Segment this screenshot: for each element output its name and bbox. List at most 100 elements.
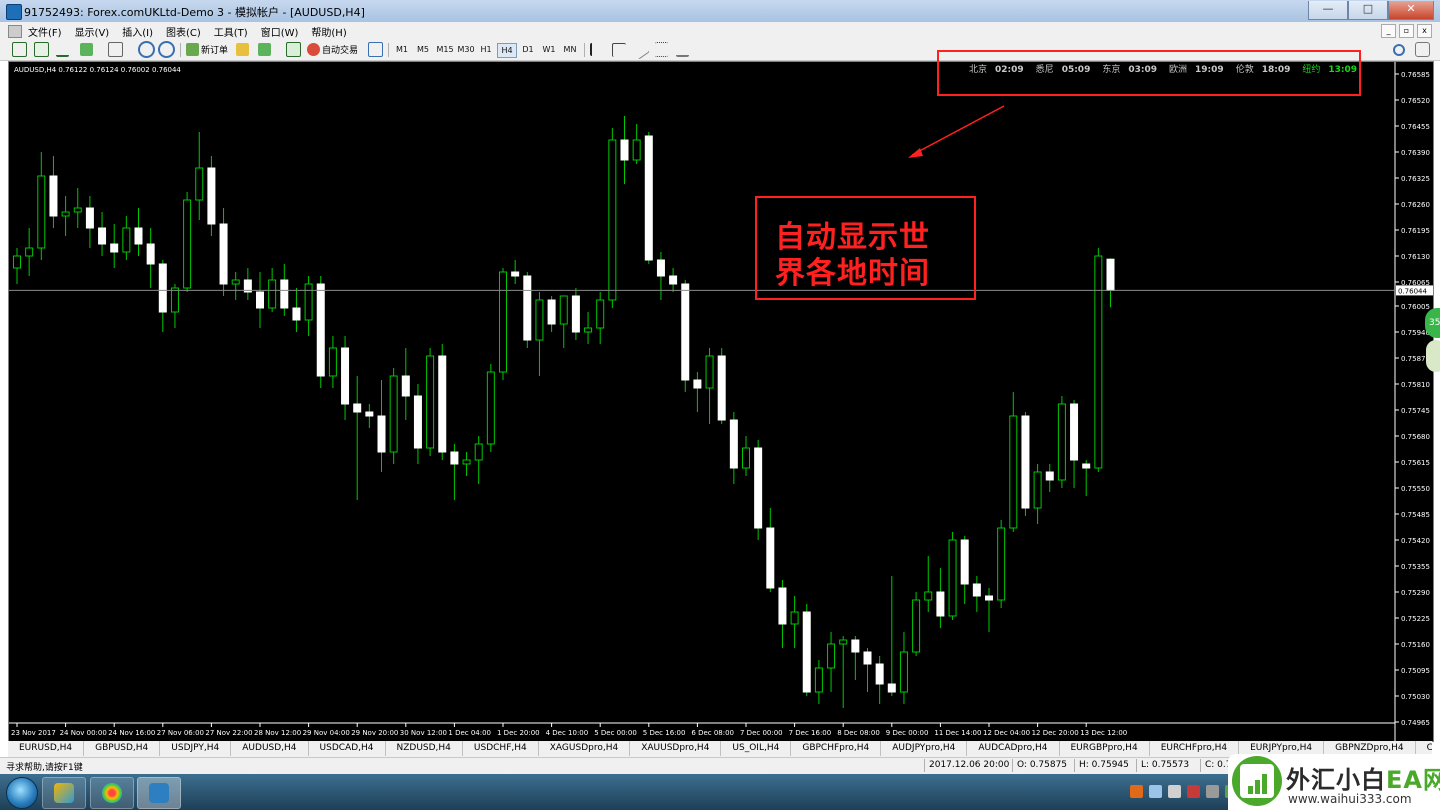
candle-bear bbox=[681, 283, 690, 381]
price-tick-label: 0.75225 bbox=[1401, 615, 1430, 623]
menu-tools[interactable]: 工具(T) bbox=[214, 24, 248, 39]
minimize-button[interactable]: — bbox=[1308, 1, 1348, 20]
candle-bull bbox=[13, 255, 21, 269]
symbol-tab[interactable]: EURGBPpro,H4 bbox=[1060, 741, 1150, 756]
zoom-in-icon[interactable] bbox=[138, 41, 155, 58]
chart-window[interactable]: 0.76585 0.76520 0.76455 0.76390 0.76325 0.762… bbox=[8, 61, 1434, 742]
tray-icon-4[interactable] bbox=[1187, 785, 1200, 798]
time-tick-label: 7 Dec 00:00 bbox=[740, 729, 783, 737]
taskbar-metatrader[interactable] bbox=[137, 777, 181, 809]
candle-bull bbox=[61, 211, 70, 217]
line-chart-icon[interactable] bbox=[56, 42, 69, 57]
candle-bear bbox=[158, 263, 167, 313]
new-order-button[interactable]: 新订单 bbox=[186, 42, 228, 57]
auto-trading-button[interactable]: 自动交易 bbox=[307, 42, 358, 57]
candle-bear bbox=[1070, 403, 1079, 461]
candle-bear bbox=[341, 347, 350, 405]
timeframe-m1[interactable]: M1 bbox=[394, 43, 410, 56]
symbol-tab[interactable]: EURUSD,H4 bbox=[8, 741, 85, 756]
mdi-minimize-button[interactable]: _ bbox=[1381, 24, 1396, 38]
fibonacci-icon[interactable] bbox=[655, 42, 668, 57]
price-tick-label: 0.76585 bbox=[1401, 71, 1430, 79]
candle-bull bbox=[268, 279, 277, 309]
timeframe-m15[interactable]: M15 bbox=[435, 43, 455, 56]
symbol-tab[interactable]: AUDCADpro,H4 bbox=[967, 741, 1060, 756]
timeframe-m5[interactable]: M5 bbox=[414, 43, 432, 56]
menu-view[interactable]: 显示(V) bbox=[75, 24, 110, 39]
symbol-tab[interactable]: USDCHF,H4 bbox=[463, 741, 539, 756]
timeframe-h4[interactable]: H4 bbox=[497, 43, 517, 58]
timeframe-h1[interactable]: H1 bbox=[478, 43, 494, 56]
symbol-tab[interactable]: AUDJPYpro,H4 bbox=[881, 741, 968, 756]
timeframe-mn[interactable]: MN bbox=[561, 43, 579, 56]
candle-bear bbox=[875, 663, 884, 685]
start-button[interactable] bbox=[6, 777, 38, 809]
tray-icon-5[interactable] bbox=[1206, 785, 1219, 798]
time-tick-label: 12 Dec 20:00 bbox=[1032, 729, 1079, 737]
menu-window[interactable]: 窗口(W) bbox=[261, 24, 299, 39]
side-widget-panel[interactable] bbox=[1426, 340, 1440, 372]
tray-icon-3[interactable] bbox=[1168, 785, 1181, 798]
candle-bear bbox=[802, 611, 811, 693]
crosshair-icon[interactable] bbox=[612, 42, 626, 57]
cursor-icon[interactable] bbox=[590, 42, 605, 57]
trendline-icon[interactable] bbox=[631, 40, 650, 59]
tray-icon-2[interactable] bbox=[1149, 785, 1162, 798]
navigator-icon[interactable] bbox=[236, 42, 249, 57]
add-chart-icon[interactable] bbox=[80, 42, 93, 57]
side-widget-badge[interactable]: 35 bbox=[1425, 308, 1440, 338]
candle-bull bbox=[474, 443, 483, 461]
price-tick-label: 0.75420 bbox=[1401, 537, 1430, 545]
symbol-tab[interactable]: NZDUSD,H4 bbox=[386, 741, 463, 756]
bar-chart-icon[interactable] bbox=[12, 42, 27, 57]
candle-bear bbox=[693, 379, 702, 389]
periodicity-icon[interactable] bbox=[368, 42, 383, 57]
candle-bull bbox=[25, 247, 34, 257]
candle-bull bbox=[839, 639, 848, 645]
symbol-tab[interactable]: USDJPY,H4 bbox=[160, 741, 232, 756]
menu-insert[interactable]: 插入(I) bbox=[122, 24, 153, 39]
templates-icon[interactable] bbox=[108, 42, 123, 57]
mdi-close-button[interactable]: x bbox=[1417, 24, 1432, 38]
symbol-tab[interactable]: AUDUSD,H4 bbox=[231, 741, 309, 756]
candlestick-icon[interactable] bbox=[34, 42, 49, 57]
menu-charts[interactable]: 图表(C) bbox=[166, 24, 201, 39]
symbol-tab[interactable]: USDCAD,H4 bbox=[309, 741, 386, 756]
candle-bear bbox=[972, 583, 981, 597]
candle-bull bbox=[1057, 403, 1066, 481]
candlestick-chart[interactable]: 0.76585 0.76520 0.76455 0.76390 0.76325 0.762… bbox=[9, 62, 1433, 741]
taskbar-app-2[interactable] bbox=[90, 777, 134, 809]
symbol-tab[interactable]: GBPUSD,H4 bbox=[84, 741, 161, 756]
draw-tools-icon[interactable] bbox=[676, 42, 689, 57]
app-icon bbox=[6, 4, 22, 20]
menu-help[interactable]: 帮助(H) bbox=[311, 24, 346, 39]
candle-bear bbox=[1106, 258, 1115, 291]
symbol-tab[interactable]: EURCHFpro,H4 bbox=[1150, 741, 1240, 756]
new-order-icon bbox=[186, 43, 199, 56]
maximize-button[interactable]: □ bbox=[1348, 1, 1388, 20]
chart-window-icon[interactable] bbox=[8, 25, 22, 38]
timeframe-d1[interactable]: D1 bbox=[520, 43, 536, 56]
candle-bull bbox=[462, 459, 471, 465]
zoom-out-icon[interactable] bbox=[158, 41, 175, 58]
close-button[interactable]: ✕ bbox=[1388, 1, 1434, 20]
menu-file[interactable]: 文件(F) bbox=[28, 24, 62, 39]
taskbar-app-1[interactable] bbox=[42, 777, 86, 809]
time-tick-label: 11 Dec 14:00 bbox=[934, 729, 981, 737]
symbol-tab[interactable]: GBPCHFpro,H4 bbox=[791, 741, 882, 756]
timeframe-m30[interactable]: M30 bbox=[456, 43, 476, 56]
time-tick-label: 9 Dec 00:00 bbox=[886, 729, 929, 737]
symbol-tab[interactable]: US_OIL,H4 bbox=[721, 741, 792, 756]
mdi-restore-button[interactable]: ▫ bbox=[1399, 24, 1414, 38]
candle-bear bbox=[717, 355, 726, 421]
symbol-tab[interactable]: XAGUSDpro,H4 bbox=[539, 741, 631, 756]
search-icon[interactable] bbox=[1393, 42, 1405, 57]
candle-bull bbox=[899, 651, 908, 693]
chat-icon[interactable] bbox=[1415, 42, 1430, 57]
timeframe-w1[interactable]: W1 bbox=[541, 43, 557, 56]
symbol-tab[interactable]: XAUUSDpro,H4 bbox=[630, 741, 722, 756]
indicators-icon[interactable] bbox=[258, 42, 271, 57]
candle-bull bbox=[426, 355, 435, 449]
tray-icon-1[interactable] bbox=[1130, 785, 1143, 798]
strategy-tester-icon[interactable] bbox=[286, 42, 301, 57]
